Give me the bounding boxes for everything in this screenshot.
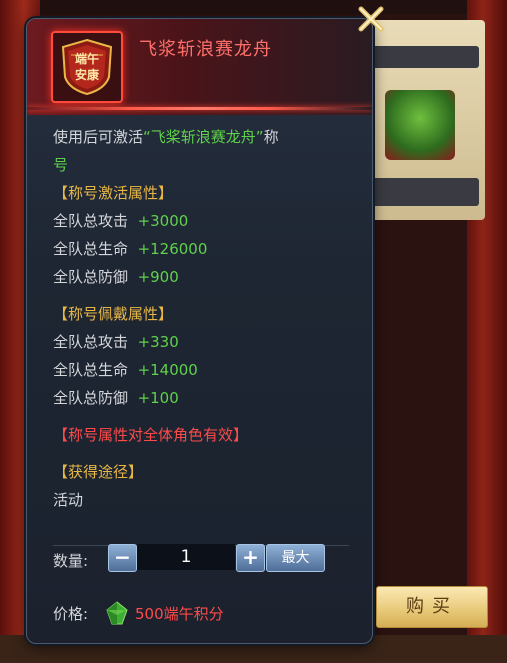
badge-shield-shape <box>61 38 113 96</box>
quantity-input[interactable]: 1 <box>137 544 235 570</box>
price-label: 价格: <box>53 605 89 623</box>
stat-value: +14000 <box>137 361 198 379</box>
description-line-2: 号 <box>53 156 69 174</box>
wear-section-header: 【称号佩戴属性】 <box>53 305 174 323</box>
stat-label: 全队总生命 <box>53 361 129 379</box>
badge-text-line2: 安康 <box>74 68 99 82</box>
description-prefix: 使用后可激活 <box>53 128 144 146</box>
quantity-stepper: 数量: − 1 + 最大 <box>53 544 353 574</box>
badge-text-line1: 端午 <box>74 52 99 66</box>
stat-value: +126000 <box>137 240 208 258</box>
stat-value: +900 <box>137 268 179 286</box>
decrease-quantity-button[interactable]: − <box>108 544 137 572</box>
item-description: 使用后可激活“飞桨斩浪赛龙舟”称 号 【称号激活属性】 全队总攻击 +3000 … <box>53 123 353 514</box>
close-icon[interactable] <box>356 4 386 34</box>
obtain-source: 活动 <box>53 491 84 509</box>
stat-row: 全队总防御 +900 <box>53 263 353 291</box>
price-row: 价格: 500端午积分 <box>53 601 353 625</box>
stat-value: +3000 <box>137 212 189 230</box>
stat-value: +100 <box>137 389 179 407</box>
stat-row: 全队总攻击 +3000 <box>53 207 353 235</box>
stat-row: 全队总防御 +100 <box>53 384 353 412</box>
attribute-notice: 【称号属性对全体角色有效】 <box>53 426 249 444</box>
background-top-bar <box>0 0 507 14</box>
quantity-label: 数量: <box>53 552 89 570</box>
stat-label: 全队总攻击 <box>53 333 129 351</box>
background-panel-strip <box>371 46 479 68</box>
item-tooltip-dialog: 端午 安康 飞浆斩浪赛龙舟 使用后可激活“飞桨斩浪赛龙舟”称 号 【称号激活属性… <box>26 18 373 644</box>
festival-title-badge-icon: 端午 安康 <box>51 31 123 103</box>
description-line: 使用后可激活“飞桨斩浪赛龙舟”称 <box>53 123 353 151</box>
increase-quantity-button[interactable]: + <box>236 544 265 572</box>
stat-label: 全队总防御 <box>53 268 129 286</box>
activate-section-header: 【称号激活属性】 <box>53 184 174 202</box>
stat-label: 全队总生命 <box>53 240 129 258</box>
obtain-section-header: 【获得途径】 <box>53 463 144 481</box>
price-value: 500端午积分 <box>135 605 224 623</box>
stat-label: 全队总防御 <box>53 389 129 407</box>
stat-label: 全队总攻击 <box>53 212 129 230</box>
background-panel-bar <box>371 178 479 206</box>
background-item-panel <box>365 20 485 220</box>
green-gem-icon <box>106 601 128 625</box>
stat-row: 全队总攻击 +330 <box>53 328 353 356</box>
item-title: 飞浆斩浪赛龙舟 <box>139 39 272 60</box>
item-header: 端午 安康 飞浆斩浪赛龙舟 <box>27 19 372 115</box>
header-glow-divider <box>27 107 372 110</box>
stat-row: 全队总生命 +14000 <box>53 356 353 384</box>
buy-button[interactable]: 购买 <box>376 586 488 628</box>
stat-row: 全队总生命 +126000 <box>53 235 353 263</box>
background-item-image <box>385 90 455 160</box>
description-title-name: “飞桨斩浪赛龙舟” <box>143 128 264 146</box>
stat-value: +330 <box>137 333 179 351</box>
max-quantity-button[interactable]: 最大 <box>266 544 325 572</box>
description-suffix: 称 <box>263 128 279 146</box>
